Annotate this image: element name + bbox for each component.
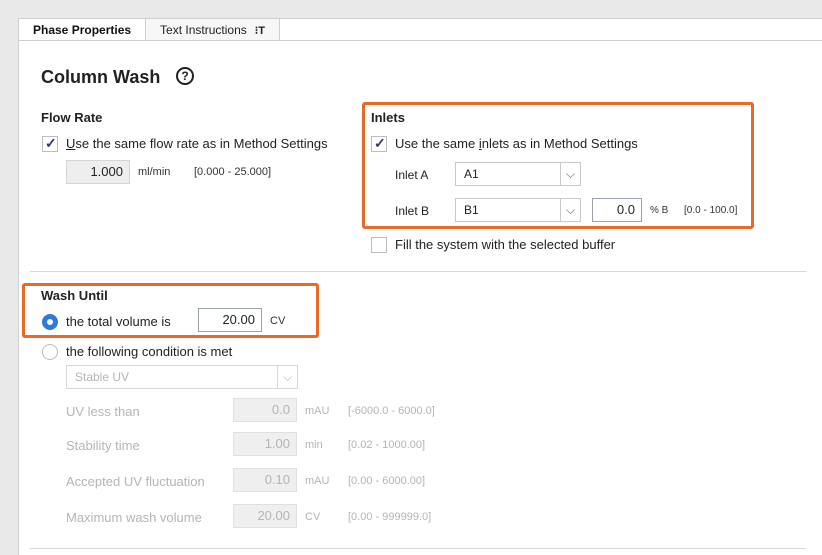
inlet-a-label: Inlet A [395, 168, 429, 182]
stability-time-input[interactable]: 1.00 [233, 432, 297, 456]
bottom-divider [30, 548, 806, 549]
tab-text-instructions[interactable]: Text Instructions ⁝T [145, 18, 280, 40]
uv-fluctuation-label: Accepted UV fluctuation [66, 474, 205, 489]
chevron-down-icon: ⌵ [277, 366, 297, 388]
section-divider [30, 271, 806, 272]
uv-less-than-unit: mAU [305, 405, 330, 417]
uv-fluctuation-unit: mAU [305, 475, 330, 487]
text-instructions-icon: ⁝T [254, 25, 265, 37]
stability-time-range: [0.02 - 1000.00] [348, 439, 426, 451]
percent-b-input[interactable]: 0.0 [592, 198, 642, 222]
checkmark-icon: ✓ [374, 135, 386, 151]
condition-label[interactable]: the following condition is met [66, 344, 232, 359]
wash-until-heading: Wash Until [41, 288, 108, 303]
chevron-down-icon: ⌵ [560, 163, 580, 185]
max-wash-volume-label: Maximum wash volume [66, 510, 202, 525]
flow-rate-unit: ml/min [138, 166, 171, 178]
flow-rate-range: [0.000 - 25.000] [194, 166, 272, 178]
total-volume-label[interactable]: the total volume is [66, 314, 171, 329]
flow-rate-same-label[interactable]: Use the same flow rate as in Method Sett… [66, 136, 328, 151]
condition-select[interactable]: Stable UV ⌵ [66, 365, 298, 389]
max-wash-volume-unit: CV [305, 511, 321, 523]
inlets-same-checkbox[interactable]: ✓ [371, 135, 387, 152]
chevron-down-icon: ⌵ [560, 199, 580, 221]
condition-radio[interactable] [42, 344, 58, 360]
max-wash-volume-range: [0.00 - 999999.0] [348, 511, 432, 523]
inlets-heading: Inlets [371, 110, 405, 125]
fill-system-label[interactable]: Fill the system with the selected buffer [395, 237, 615, 252]
total-volume-radio[interactable] [42, 314, 58, 330]
total-volume-unit: CV [270, 315, 286, 327]
checkmark-icon: ✓ [45, 135, 57, 151]
fill-system-checkbox[interactable] [371, 237, 387, 253]
stability-time-unit: min [305, 439, 323, 451]
tab-phase-properties[interactable]: Phase Properties [18, 18, 147, 40]
inlets-same-label[interactable]: Use the same inlets as in Method Setting… [395, 136, 638, 151]
percent-b-unit: % B [650, 205, 669, 216]
stability-time-label: Stability time [66, 438, 140, 453]
uv-fluctuation-range: [0.00 - 6000.00] [348, 475, 426, 487]
help-icon[interactable]: ? [176, 67, 194, 85]
uv-less-than-input[interactable]: 0.0 [233, 398, 297, 422]
uv-less-than-range: [-6000.0 - 6000.0] [348, 405, 435, 417]
percent-b-range: [0.0 - 100.0] [684, 205, 738, 216]
flow-rate-heading: Flow Rate [41, 110, 103, 125]
inlet-a-select[interactable]: A1 ⌵ [455, 162, 581, 186]
tab-divider [18, 40, 822, 41]
tab-bar: Phase Properties Text Instructions ⁝T [18, 18, 280, 40]
flow-rate-input[interactable]: 1.000 [66, 160, 130, 184]
uv-less-than-label: UV less than [66, 404, 140, 419]
max-wash-volume-input[interactable]: 20.00 [233, 504, 297, 528]
inlet-b-label: Inlet B [395, 204, 430, 218]
uv-fluctuation-input[interactable]: 0.10 [233, 468, 297, 492]
page-title: Column Wash [41, 67, 161, 87]
flow-rate-same-checkbox[interactable]: ✓ [42, 135, 58, 152]
inlet-b-select[interactable]: B1 ⌵ [455, 198, 581, 222]
total-volume-input[interactable]: 20.00 [198, 308, 262, 332]
